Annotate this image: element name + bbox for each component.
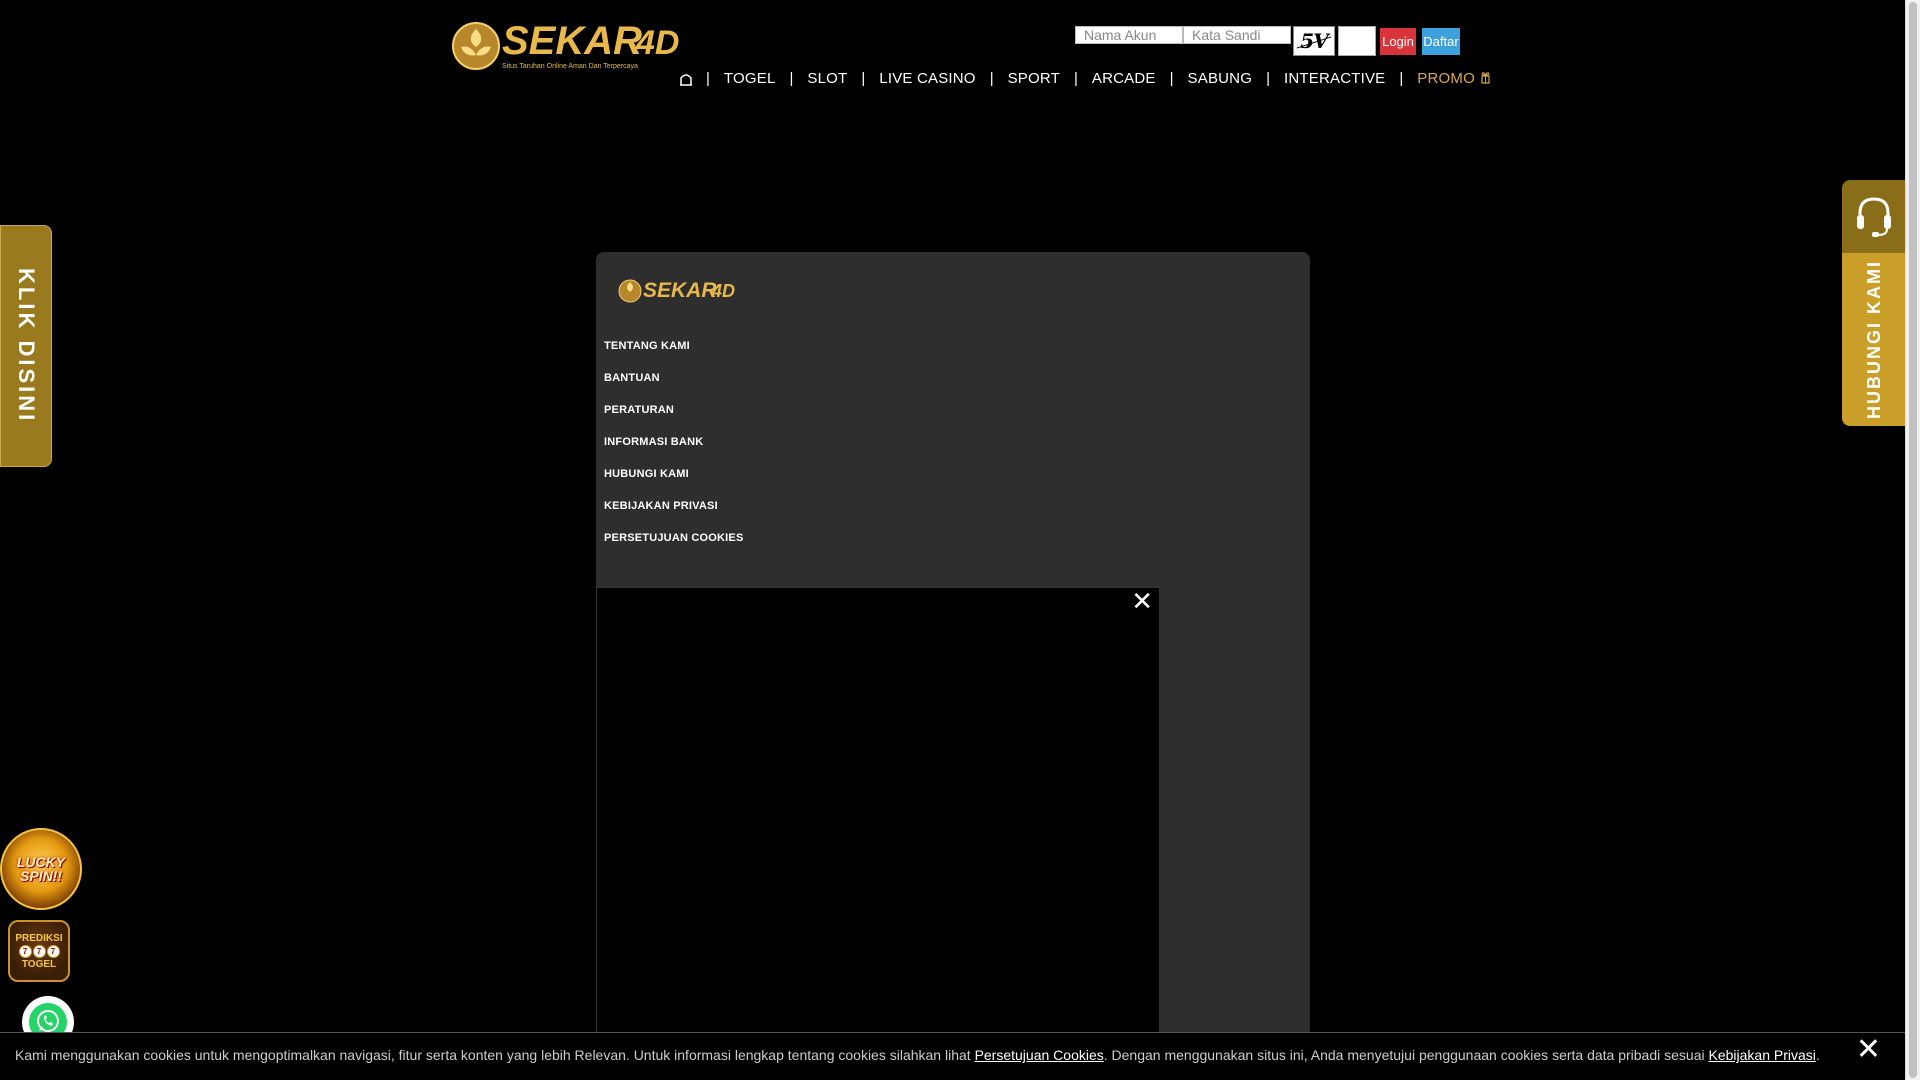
brand-tagline: Situs Taruhan Online Aman Dan Terpercaya (502, 63, 638, 70)
link-tentang-kami[interactable]: TENTANG KAMI (604, 340, 744, 372)
svg-text:SEKAR: SEKAR (643, 279, 717, 302)
username-input[interactable] (1075, 26, 1183, 44)
cookie-text: Kami menggunakan cookies untuk mengoptim… (15, 1047, 975, 1063)
captcha-image: 5V (1293, 26, 1335, 56)
prediksi-togel-badge[interactable]: PREDIKSI 7 7 7 TOGEL (8, 920, 70, 982)
lucky-spin-label: LUCKY SPIN!! (16, 854, 66, 884)
hubungi-kami-tab[interactable]: HUBUNGI KAMI (1842, 180, 1906, 426)
hubungi-kami-label: HUBUNGI KAMI (1863, 260, 1884, 419)
cookie-close-icon[interactable]: ✕ (1856, 1035, 1881, 1065)
page-scrollbar[interactable] (1905, 0, 1920, 1080)
lottery-ball: 7 (32, 944, 46, 958)
panel-links: TENTANG KAMI BANTUAN PERATURAN INFORMASI… (604, 340, 744, 564)
lottery-balls: 7 7 7 (18, 944, 60, 958)
captcha-input[interactable] (1338, 26, 1376, 56)
prediksi-bottom-label: TOGEL (21, 958, 57, 970)
link-persetujuan-cookies[interactable]: PERSETUJUAN COOKIES (604, 532, 744, 564)
login-button[interactable]: Login (1380, 28, 1416, 55)
link-kebijakan-privasi[interactable]: KEBIJAKAN PRIVASI (604, 500, 744, 532)
gift-icon[interactable] (1481, 71, 1490, 87)
nav-interactive[interactable]: INTERACTIVE (1284, 70, 1385, 87)
nav-live-casino[interactable]: LIVE CASINO (879, 70, 975, 87)
prediksi-top-label: PREDIKSI (15, 932, 63, 944)
cookie-consent-link[interactable]: Persetujuan Cookies (975, 1047, 1104, 1063)
cookie-text-middle: . Dengan menggunakan situs ini, Anda men… (1103, 1047, 1709, 1063)
lottery-ball: 7 (18, 944, 32, 958)
link-peraturan[interactable]: PERATURAN (604, 404, 744, 436)
scrollbar-thumb[interactable] (1909, 2, 1917, 1078)
register-button[interactable]: Daftar (1422, 28, 1460, 55)
popup-frame: ✕ (596, 587, 1160, 1080)
headset-icon (1842, 180, 1906, 253)
login-form: 5V Login Daftar (1075, 26, 1460, 56)
panel-logo: SEKAR 4D (618, 276, 738, 311)
cookie-banner: Kami menggunakan cookies untuk mengoptim… (0, 1032, 1905, 1080)
nav-promo[interactable]: PROMO (1417, 70, 1475, 87)
brand-logo[interactable]: SEKAR 4D Situs Taruhan Online Aman Dan T… (452, 20, 684, 76)
klik-disini-tab[interactable]: KLIK DISINI (0, 225, 52, 467)
lottery-ball: 7 (46, 944, 60, 958)
lucky-spin-badge[interactable]: LUCKY SPIN!! (0, 828, 82, 910)
link-bantuan[interactable]: BANTUAN (604, 372, 744, 404)
cookie-text-end: . (1815, 1047, 1820, 1063)
svg-text:4D: 4D (711, 281, 735, 301)
nav-slot[interactable]: SLOT (807, 70, 847, 87)
home-icon[interactable] (680, 72, 692, 86)
nav-sabung[interactable]: SABUNG (1188, 70, 1253, 87)
main-nav: | TOGEL | SLOT | LIVE CASINO | SPORT | A… (680, 70, 1490, 87)
link-hubungi-kami[interactable]: HUBUNGI KAMI (604, 468, 744, 500)
nav-sport[interactable]: SPORT (1008, 70, 1060, 87)
password-input[interactable] (1183, 26, 1291, 44)
klik-disini-label: KLIK DISINI (14, 268, 39, 424)
privacy-policy-link[interactable]: Kebijakan Privasi (1709, 1047, 1816, 1063)
link-informasi-bank[interactable]: INFORMASI BANK (604, 436, 744, 468)
svg-text:SEKAR: SEKAR (502, 20, 642, 63)
nav-arcade[interactable]: ARCADE (1092, 70, 1156, 87)
popup-close-icon[interactable]: ✕ (1131, 588, 1153, 614)
svg-text:4D: 4D (635, 24, 679, 62)
nav-togel[interactable]: TOGEL (724, 70, 776, 87)
